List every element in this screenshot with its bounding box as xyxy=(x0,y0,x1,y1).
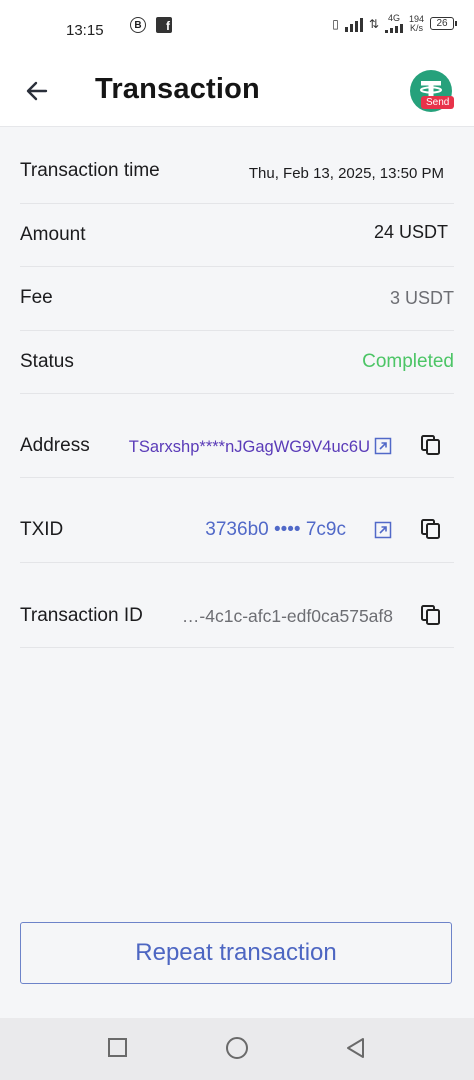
signal-icon-2 xyxy=(384,23,403,33)
row-transaction-time: Transaction time Thu, Feb 13, 2025, 13:5… xyxy=(20,140,454,204)
back-arrow-icon[interactable] xyxy=(22,76,52,106)
copy-icon[interactable] xyxy=(420,434,442,456)
row-amount: Amount 24 USDT xyxy=(20,203,454,267)
txid-link[interactable]: 3736b0 •••• 7c9c xyxy=(205,519,346,541)
amount-value: 24 USDT xyxy=(373,222,448,242)
status-bar: 13:15 B f ▯ ⇅ 4G 194 K/s 26 xyxy=(0,0,474,56)
facebook-notification-icon: f xyxy=(156,17,172,33)
page-title: Transaction xyxy=(95,73,260,105)
address-label: Address xyxy=(20,435,90,456)
fee-label: Fee xyxy=(20,287,53,308)
status-system-icons: ▯ ⇅ 4G 194 K/s 26 xyxy=(332,13,457,33)
send-badge: Send xyxy=(421,96,455,109)
row-txid: TXID 3736b0 •••• 7c9c xyxy=(20,477,454,563)
system-nav-bar xyxy=(0,1018,474,1080)
address-link[interactable]: TSarxshp****nJGagWG9V4uc6U xyxy=(129,438,370,457)
fee-value: 3 USDT xyxy=(389,288,454,308)
network-speed-unit: K/s xyxy=(409,22,423,33)
status-badge: Completed xyxy=(362,351,454,372)
network-type: 4G xyxy=(387,13,400,23)
circle-nav-icon[interactable] xyxy=(226,1037,248,1059)
data-arrows-icon: ⇅ xyxy=(368,16,379,31)
vibrate-icon: ▯ xyxy=(332,16,339,31)
signal-icon xyxy=(344,16,363,32)
txid-label: TXID xyxy=(20,519,64,540)
status-notification-icons: B f xyxy=(130,17,172,33)
copy-icon[interactable] xyxy=(420,604,442,626)
triangle-back-nav-icon[interactable] xyxy=(344,1036,366,1060)
amount-label: Amount xyxy=(20,224,86,245)
app-header: Transaction xyxy=(0,56,474,127)
external-link-icon[interactable] xyxy=(374,437,392,455)
transaction-id-value: …-4c1c-afc1-edf0ca575af8 xyxy=(181,606,393,626)
row-fee: Fee 3 USDT xyxy=(20,266,454,331)
b-notification-icon: B xyxy=(130,17,146,33)
row-address: Address TSarxshp****nJGagWG9V4uc6U xyxy=(20,393,454,478)
transaction-time-label: Transaction time xyxy=(20,160,160,181)
square-nav-icon[interactable] xyxy=(108,1038,127,1057)
transaction-id-label: Transaction ID xyxy=(20,605,143,626)
external-link-icon[interactable] xyxy=(374,521,392,539)
copy-icon[interactable] xyxy=(420,518,442,540)
transaction-time-value: Thu, Feb 13, 2025, 13:50 PM xyxy=(248,165,444,182)
status-label: Status xyxy=(20,351,74,372)
row-status: Status Completed xyxy=(20,330,454,394)
row-transaction-id: Transaction ID …-4c1c-afc1-edf0ca575af8 xyxy=(20,562,454,648)
status-time: 13:15 xyxy=(66,22,104,39)
repeat-transaction-button[interactable]: Repeat transaction xyxy=(20,922,452,984)
battery-level: 26 xyxy=(436,18,448,29)
battery-icon: 26 xyxy=(430,17,457,30)
